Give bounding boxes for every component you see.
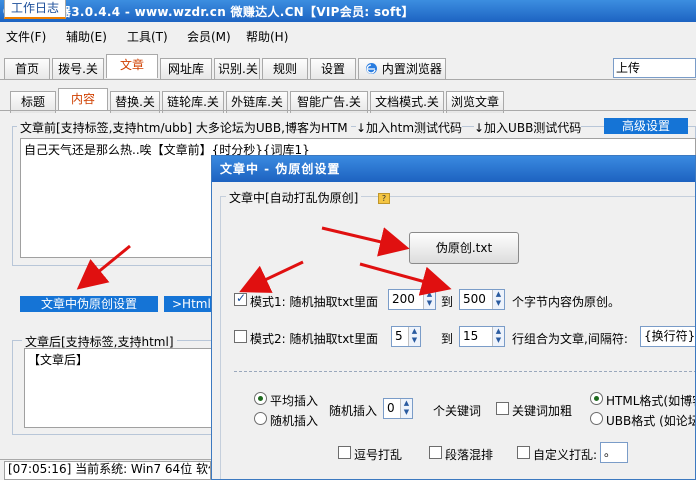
dialog-body: 文章中[自动打乱伪原创] ? 伪原创.txt 模式1: 随机抽取txt里面 20… [212, 182, 696, 479]
mode2-checkbox[interactable] [234, 330, 247, 343]
mode1-suffix: 个字节内容伪原创。 [512, 295, 621, 309]
mode2-suffix: 行组合为文章,间隔符: [512, 332, 628, 346]
mode2-to-value: 15 [463, 329, 479, 343]
section-divider [234, 371, 695, 372]
auto-shuffle-legend: 文章中[自动打乱伪原创] [226, 189, 362, 206]
tab-dial[interactable]: 拨号.关 [52, 58, 104, 80]
article-before-legend: 文章前[支持标签,支持htm/ubb] 大多论坛为UBB,博客为HTM [17, 119, 351, 136]
tab-article[interactable]: 文章 [106, 54, 158, 78]
menu-bar: 文件(F) 辅助(E) 工具(T) 会员(M) 帮助(H) [0, 24, 696, 48]
paragraph-mix-label: 段落混排 [445, 448, 494, 462]
main-tabs: 首页 拨号.关 文章 网址库 识别.关 规则 设置 内置浏览器 [0, 54, 696, 80]
tab-settings[interactable]: 设置 [310, 58, 356, 80]
paragraph-mix-checkbox[interactable] [429, 446, 442, 459]
keyword-count-suffix: 个关键词 [433, 404, 482, 418]
tab-divider [0, 79, 696, 80]
spinner-arrows-icon[interactable]: ▲ ▼ [492, 290, 504, 309]
window-title: 营销神器3.0.4.4 - www.wzdr.cn 微赚达人.CN【VIP会员:… [22, 5, 414, 19]
menu-tools[interactable]: 工具(T) [127, 28, 168, 45]
random-insert-label: 随机插入 [270, 414, 319, 428]
mode1-label: 模式1: 随机抽取txt里面 [250, 295, 379, 309]
custom-shuffle-checkbox[interactable] [517, 446, 530, 459]
mode1-from-value: 200 [392, 292, 415, 306]
custom-shuffle-label: 自定义打乱: [533, 448, 598, 462]
tab-url-library[interactable]: 网址库 [160, 58, 212, 80]
separator-select[interactable]: {换行符} [640, 326, 695, 347]
subtab-divider [0, 110, 696, 111]
mode1-from-stepper[interactable]: 200 ▲ ▼ [388, 289, 436, 310]
ubb-format-radio[interactable] [590, 412, 603, 425]
title-bar: 营销神器3.0.4.4 - www.wzdr.cn 微赚达人.CN【VIP会员:… [0, 0, 696, 22]
spinner-arrows-icon[interactable]: ▲ ▼ [400, 399, 412, 418]
pseudo-original-dialog: 文章中 - 伪原创设置 文章中[自动打乱伪原创] ? 伪原创.txt 模式1: … [211, 155, 696, 480]
spinner-arrows-icon[interactable]: ▲ ▼ [408, 327, 420, 346]
keyword-count-value: 0 [387, 401, 395, 415]
html-format-label: HTML格式(如博客) [606, 394, 695, 408]
add-htm-test-link[interactable]: ↓加入htm测试代码 [356, 119, 463, 136]
html-format-radio[interactable] [590, 392, 603, 405]
mode2-to-stepper[interactable]: 15 ▲ ▼ [459, 326, 505, 347]
tab-home[interactable]: 首页 [4, 58, 50, 80]
mode1-to-value: 500 [463, 292, 486, 306]
even-insert-label: 平均插入 [270, 394, 319, 408]
tab-builtin-browser-label: 内置浏览器 [381, 62, 442, 76]
mode2-label: 模式2: 随机抽取txt里面 [250, 332, 379, 346]
article-after-textarea[interactable]: 【文章后】 [24, 348, 212, 428]
help-icon[interactable]: ? [378, 193, 390, 204]
advanced-settings-button[interactable]: 高级设置 [604, 118, 688, 134]
menu-member[interactable]: 会员(M) [187, 28, 231, 45]
worklog-tabstrip [0, 438, 211, 460]
random-insert-radio[interactable] [254, 412, 267, 425]
dialog-title: 文章中 - 伪原创设置 [212, 156, 695, 182]
ie-browser-icon [366, 63, 377, 74]
html-link-button[interactable]: >Html链 [164, 296, 212, 312]
worklog-line: [07:05:16] 当前系统: Win7 64位 软件 [4, 461, 211, 480]
mode2-from-stepper[interactable]: 5 ▲ ▼ [391, 326, 421, 347]
bold-keyword-checkbox[interactable] [496, 402, 509, 415]
menu-file[interactable]: 文件(F) [6, 28, 46, 45]
mode1-checkbox[interactable] [234, 291, 247, 306]
random-insert-count-label: 随机插入 [329, 404, 378, 418]
add-ubb-test-link[interactable]: ↓加入UBB测试代码 [474, 119, 582, 136]
spinner-arrows-icon[interactable]: ▲ ▼ [492, 327, 504, 346]
bold-keyword-label: 关键词加粗 [512, 404, 573, 418]
mode1-to-label: 到 [441, 295, 454, 309]
sub-tabs: 标题 内容 替换.关 链轮库.关 外链库.关 智能广告.关 文档模式.关 浏览文… [0, 88, 696, 113]
pseudo-txt-file-button[interactable]: 伪原创.txt [409, 232, 519, 264]
even-insert-radio[interactable] [254, 392, 267, 405]
tab-worklog[interactable]: 工作日志 [4, 0, 66, 19]
menu-assist[interactable]: 辅助(E) [66, 28, 107, 45]
pseudo-original-settings-button[interactable]: 文章中伪原创设置 [20, 296, 158, 312]
tab-rules[interactable]: 规则 [262, 58, 308, 80]
spinner-arrows-icon[interactable]: ▲ ▼ [423, 290, 435, 309]
mode1-to-stepper[interactable]: 500 ▲ ▼ [459, 289, 505, 310]
custom-shuffle-input[interactable]: 。 [600, 442, 628, 463]
subtab-content[interactable]: 内容 [58, 88, 108, 110]
comma-shuffle-label: 逗号打乱 [354, 448, 403, 462]
mode2-to-label: 到 [441, 332, 454, 346]
menu-help[interactable]: 帮助(H) [246, 28, 288, 45]
ubb-format-label: UBB格式 (如论坛) [606, 414, 696, 428]
comma-shuffle-checkbox[interactable] [338, 446, 351, 459]
mode2-from-value: 5 [395, 329, 403, 343]
upload-select[interactable]: 上传 [613, 58, 696, 78]
tab-recognition[interactable]: 识别.关 [214, 58, 260, 80]
keyword-count-stepper[interactable]: 0 ▲ ▼ [383, 398, 413, 419]
tab-builtin-browser[interactable]: 内置浏览器 [358, 58, 446, 80]
